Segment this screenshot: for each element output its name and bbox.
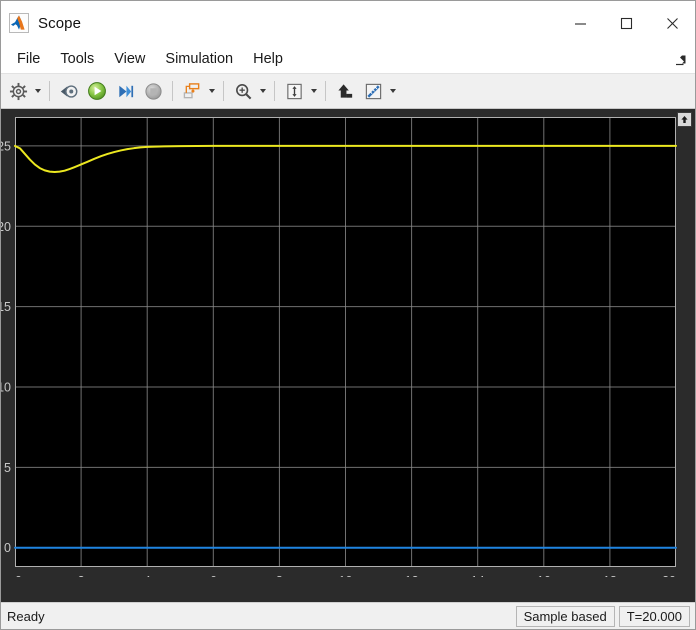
title-bar: Scope xyxy=(1,1,695,45)
cursor-measurements-button[interactable] xyxy=(331,77,359,105)
zoom-dropdown-arrow[interactable] xyxy=(257,78,269,104)
svg-text:25: 25 xyxy=(1,139,11,153)
svg-text:6: 6 xyxy=(210,574,217,577)
minimize-button[interactable] xyxy=(557,1,603,45)
rewind-run-icon xyxy=(60,84,78,98)
undock-arrow-icon[interactable] xyxy=(673,53,689,67)
close-button[interactable] xyxy=(649,1,695,45)
svg-text:5: 5 xyxy=(4,461,11,475)
window-controls xyxy=(557,1,695,45)
svg-text:15: 15 xyxy=(1,300,11,314)
autoscale-fit-icon xyxy=(286,83,302,99)
cursor-measurements-icon xyxy=(337,83,352,98)
signal-selection-button[interactable] xyxy=(178,77,206,105)
step-forward-icon xyxy=(118,85,133,97)
toolbar xyxy=(1,73,695,109)
stop-button[interactable] xyxy=(139,77,167,105)
gear-icon xyxy=(9,82,27,100)
status-bar: Ready Sample based T=20.000 xyxy=(1,602,695,629)
matlab-logo-icon xyxy=(9,13,29,33)
svg-text:0: 0 xyxy=(15,574,22,577)
maximize-button[interactable] xyxy=(603,1,649,45)
svg-text:0: 0 xyxy=(4,541,11,555)
toolbar-separator xyxy=(49,81,50,101)
svg-text:10: 10 xyxy=(1,381,11,395)
scope-window: Scope File Tools View Simulation Help 0 … xyxy=(0,0,696,630)
menu-help[interactable]: Help xyxy=(243,48,293,70)
scroll-up-arrow-icon[interactable] xyxy=(677,112,692,127)
svg-text:18: 18 xyxy=(603,574,617,577)
autoscale-dropdown-arrow[interactable] xyxy=(308,78,320,104)
menu-bar: File Tools View Simulation Help xyxy=(1,45,695,73)
toolbar-separator xyxy=(274,81,275,101)
status-time: T=20.000 xyxy=(618,605,690,627)
svg-text:14: 14 xyxy=(471,574,485,577)
menu-simulation[interactable]: Simulation xyxy=(155,48,243,70)
autoscale-button[interactable] xyxy=(280,77,308,105)
window-title: Scope xyxy=(38,14,82,32)
play-icon xyxy=(88,82,106,100)
toolbar-separator xyxy=(325,81,326,101)
svg-text:16: 16 xyxy=(537,574,551,577)
scope-plot-area[interactable]: 0 5 10 15 20 25 0 2 4 6 8 10 12 14 16 18 20 xyxy=(1,109,695,602)
measurements-button[interactable] xyxy=(359,77,387,105)
signal-selection-dropdown-arrow[interactable] xyxy=(206,78,218,104)
svg-text:4: 4 xyxy=(144,574,151,577)
configuration-dropdown-arrow[interactable] xyxy=(32,78,44,104)
svg-text:20: 20 xyxy=(662,574,676,577)
svg-text:2: 2 xyxy=(78,574,85,577)
toolbar-separator xyxy=(223,81,224,101)
menu-file[interactable]: File xyxy=(7,48,50,70)
svg-text:8: 8 xyxy=(276,574,283,577)
measurements-dropdown-arrow[interactable] xyxy=(387,78,399,104)
status-ready-text: Ready xyxy=(7,608,45,624)
svg-text:10: 10 xyxy=(339,574,353,577)
run-button[interactable] xyxy=(83,77,111,105)
stop-icon xyxy=(144,82,162,100)
scope-chart: 0 5 10 15 20 25 0 2 4 6 8 10 12 14 16 18 20 xyxy=(1,109,695,577)
signal-selection-icon xyxy=(183,82,200,98)
step-forward-button[interactable] xyxy=(111,77,139,105)
svg-text:12: 12 xyxy=(405,574,419,577)
zoom-in-button[interactable] xyxy=(229,77,257,105)
menu-view[interactable]: View xyxy=(104,48,155,70)
configuration-properties-button[interactable] xyxy=(4,77,32,105)
zoom-in-magnifier-icon xyxy=(235,83,251,99)
ruler-measurements-icon xyxy=(365,83,381,99)
svg-text:20: 20 xyxy=(1,220,11,234)
status-sample-mode: Sample based xyxy=(515,605,615,627)
toolbar-separator xyxy=(172,81,173,101)
menu-tools[interactable]: Tools xyxy=(50,48,104,70)
run-back-to-start-button[interactable] xyxy=(55,77,83,105)
